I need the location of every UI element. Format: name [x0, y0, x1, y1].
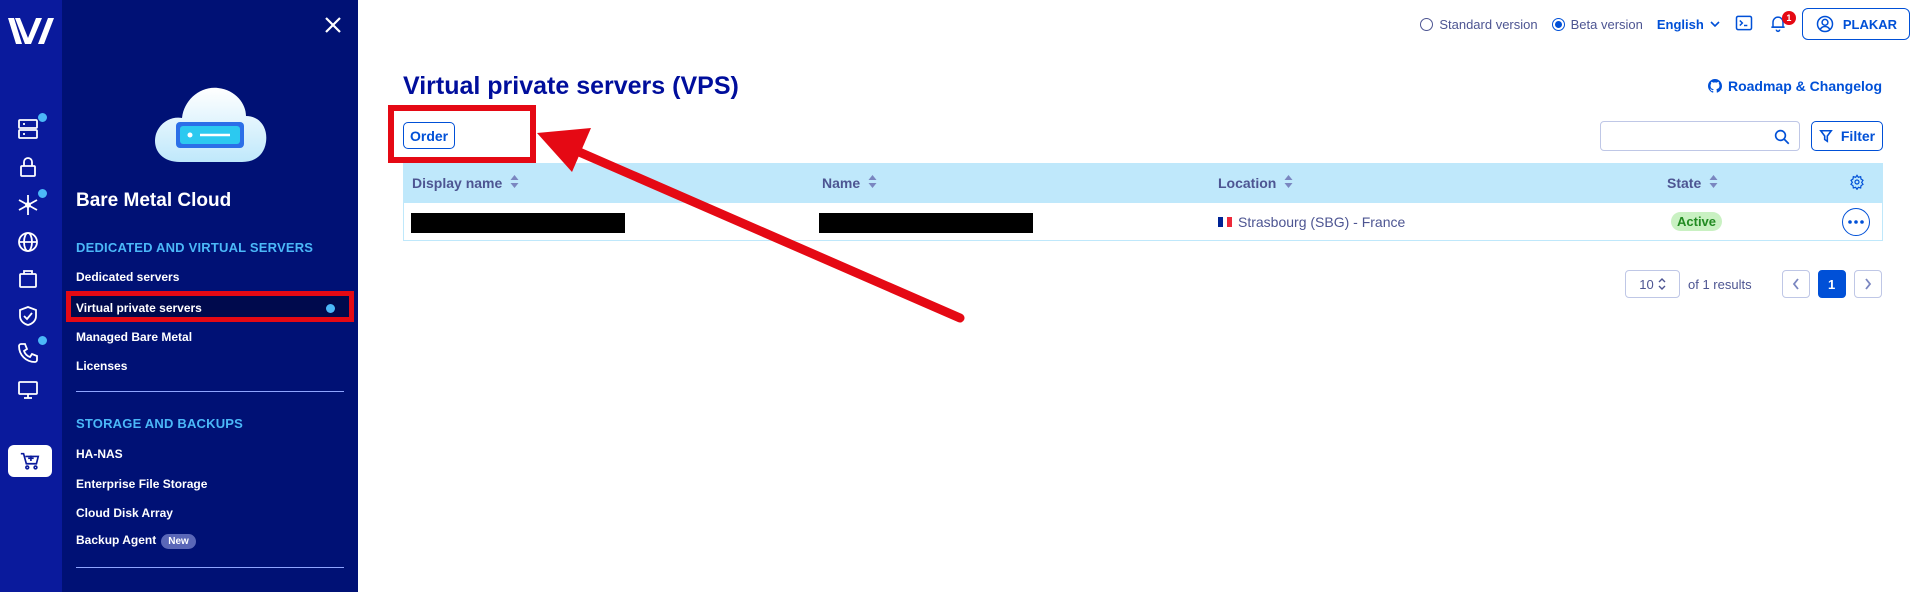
- vps-table: Display name Name Location State Strasbo…: [403, 163, 1883, 241]
- github-icon: [1707, 79, 1722, 93]
- column-header-state[interactable]: State: [1667, 175, 1718, 191]
- chevron-right-icon: [1864, 278, 1871, 290]
- lock-icon[interactable]: [12, 151, 44, 183]
- previous-page-button[interactable]: [1781, 270, 1810, 298]
- pagination: 10 of 1 results 1: [1625, 270, 1882, 298]
- sidebar: Bare Metal Cloud DEDICATED AND VIRTUAL S…: [62, 0, 358, 592]
- france-flag-icon: [1218, 217, 1233, 227]
- search-icon[interactable]: [1773, 128, 1791, 146]
- radio-circle: [1551, 17, 1565, 31]
- redacted-name: [819, 213, 1033, 233]
- user-account-button[interactable]: PLAKAR: [1801, 8, 1910, 40]
- ellipsis-icon: [1848, 220, 1864, 224]
- column-header-name[interactable]: Name: [822, 175, 877, 191]
- filter-button[interactable]: Filter: [1811, 121, 1883, 151]
- table-row[interactable]: Strasbourg (SBG) - France Active: [404, 203, 1882, 241]
- globe-icon[interactable]: [12, 226, 44, 258]
- sidebar-item-licenses[interactable]: Licenses: [76, 359, 127, 373]
- radio-circle: [1420, 17, 1434, 31]
- terminal-icon[interactable]: [1734, 13, 1754, 36]
- sidebar-item-label: Backup Agent: [76, 533, 157, 547]
- column-header-location[interactable]: Location: [1218, 175, 1293, 191]
- close-icon[interactable]: [322, 14, 344, 36]
- location-cell: Strasbourg (SBG) - France: [1218, 214, 1405, 230]
- search-input[interactable]: [1600, 121, 1800, 151]
- results-count: of 1 results: [1688, 276, 1752, 292]
- chevron-up-down-icon: [1658, 278, 1666, 290]
- next-page-button[interactable]: [1853, 270, 1882, 298]
- filter-icon: [1819, 129, 1833, 143]
- more-actions-button[interactable]: [1842, 208, 1870, 236]
- sidebar-title: Bare Metal Cloud: [76, 190, 232, 211]
- location-text: Strasbourg (SBG) - France: [1238, 214, 1406, 230]
- column-header-label: Display name: [412, 175, 503, 191]
- order-button[interactable]: Order: [403, 122, 456, 149]
- page-size-value: 10: [1639, 276, 1654, 292]
- cloud-server-icon: [155, 87, 267, 162]
- logo-icon[interactable]: [6, 14, 56, 48]
- sort-icon[interactable]: [510, 175, 519, 191]
- sidebar-item-enterprise-file-storage[interactable]: Enterprise File Storage: [76, 477, 207, 491]
- cart-plus-icon[interactable]: [8, 445, 52, 477]
- topbar: Standard version Beta version English 1 …: [1420, 8, 1910, 40]
- radio-label: Beta version: [1570, 16, 1643, 32]
- sidebar-item-dedicated-servers[interactable]: Dedicated servers: [76, 270, 179, 284]
- sort-icon[interactable]: [868, 175, 877, 191]
- network-notification-dot: [37, 188, 48, 199]
- server-notification-dot: [37, 112, 48, 123]
- standard-version-radio[interactable]: Standard version: [1420, 16, 1538, 32]
- gear-icon[interactable]: [1849, 174, 1865, 195]
- status-badge: Active: [1671, 212, 1723, 231]
- user-circle-icon: [1816, 15, 1834, 33]
- bell-icon[interactable]: 1: [1768, 10, 1796, 36]
- column-header-label: Location: [1218, 175, 1277, 191]
- language-label: English: [1656, 16, 1704, 32]
- filter-label: Filter: [1840, 128, 1876, 144]
- icon-rail: [0, 0, 62, 592]
- page-title: Virtual private servers (VPS): [403, 72, 739, 100]
- new-badge: New: [161, 534, 196, 549]
- notification-count-badge: 1: [1781, 10, 1796, 25]
- table-header: Display name Name Location State: [404, 164, 1882, 203]
- column-header-label: State: [1667, 175, 1702, 191]
- page-size-select[interactable]: 10: [1625, 270, 1680, 298]
- chevron-left-icon: [1792, 278, 1799, 290]
- divider: [76, 391, 344, 392]
- sidebar-item-backup-agent[interactable]: Backup Agent New: [76, 533, 196, 549]
- shield-check-icon[interactable]: [12, 300, 44, 332]
- section-heading-storage: STORAGE AND BACKUPS: [76, 416, 244, 431]
- monitor-icon[interactable]: [12, 374, 44, 406]
- radio-label: Standard version: [1439, 16, 1538, 32]
- sort-icon[interactable]: [1709, 175, 1718, 191]
- sidebar-item-label: Virtual private servers: [76, 301, 202, 315]
- sidebar-item-ha-nas[interactable]: HA-NAS: [76, 447, 123, 461]
- section-heading-servers: DEDICATED AND VIRTUAL SERVERS: [76, 240, 314, 255]
- roadmap-label: Roadmap & Changelog: [1727, 78, 1882, 94]
- sort-icon[interactable]: [1284, 175, 1293, 191]
- sidebar-item-managed-bare-metal[interactable]: Managed Bare Metal: [76, 330, 192, 344]
- language-select[interactable]: English: [1657, 17, 1720, 32]
- beta-version-radio[interactable]: Beta version: [1551, 16, 1643, 32]
- column-header-display-name[interactable]: Display name: [412, 175, 519, 191]
- column-header-label: Name: [822, 175, 861, 191]
- chevron-down-icon: [1710, 21, 1720, 28]
- phone-notification-dot: [37, 335, 48, 346]
- divider: [76, 567, 344, 568]
- redacted-display-name: [411, 213, 625, 233]
- roadmap-changelog-link[interactable]: Roadmap & Changelog: [1707, 78, 1882, 94]
- sidebar-item-cloud-disk-array[interactable]: Cloud Disk Array: [76, 506, 173, 520]
- active-dot: [326, 304, 335, 313]
- sidebar-item-virtual-private-servers[interactable]: Virtual private servers: [66, 291, 354, 322]
- package-icon[interactable]: [12, 263, 44, 295]
- user-name: PLAKAR: [1842, 16, 1897, 32]
- page-button-current[interactable]: 1: [1817, 270, 1846, 298]
